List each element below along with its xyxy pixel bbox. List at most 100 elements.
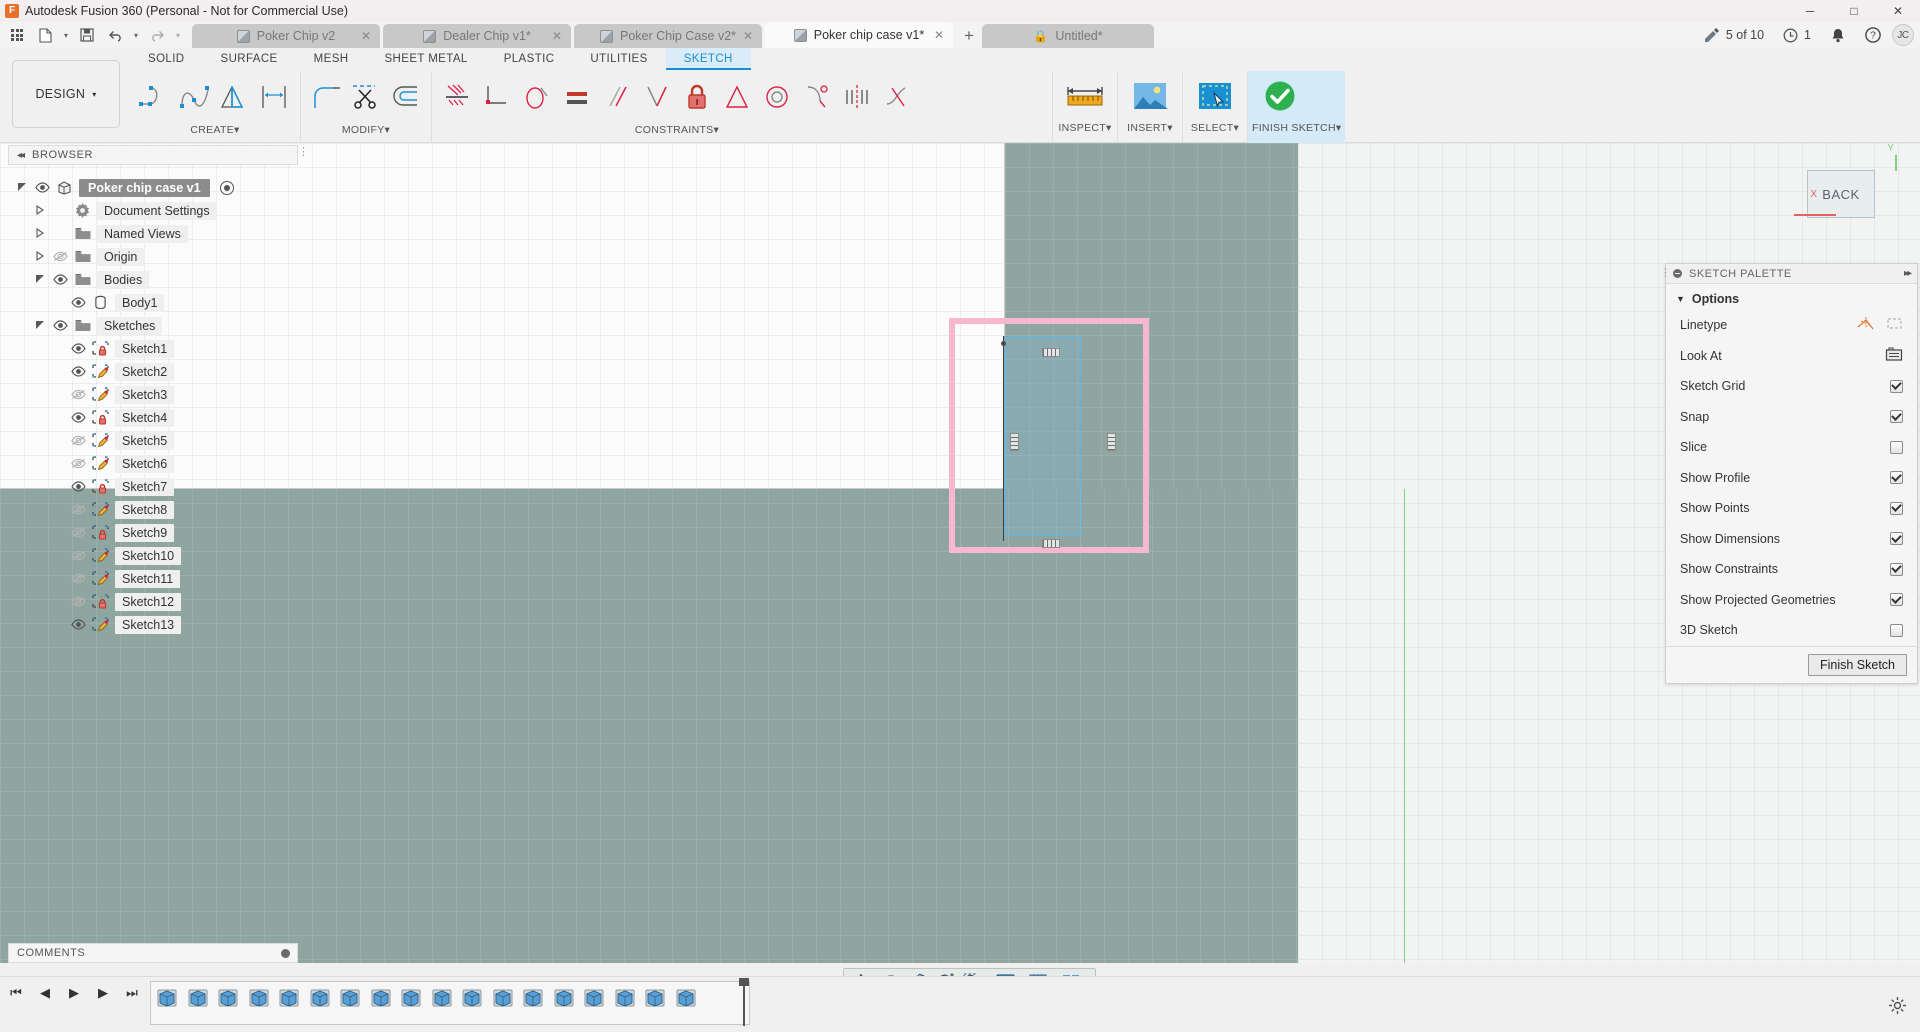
job-status-button[interactable]: 5 of 10 (1697, 23, 1771, 47)
eye-hidden-icon[interactable] (70, 389, 86, 400)
document-tab-poker-chip-case-v2[interactable]: Poker Chip Case v2* ✕ (574, 24, 762, 48)
document-tab-untitled[interactable]: 🔒 Untitled* (982, 24, 1154, 48)
eye-hidden-icon[interactable] (70, 596, 86, 607)
sketch-grid-checkbox[interactable] (1890, 379, 1903, 393)
tree-node-sketch7[interactable]: Sketch7 (8, 475, 298, 498)
app-grid-icon[interactable] (4, 23, 30, 47)
timeline-feature[interactable] (461, 987, 483, 1009)
avatar[interactable]: JC (1892, 24, 1914, 46)
eye-visible-icon[interactable] (52, 274, 68, 285)
eye-hidden-icon[interactable] (70, 527, 86, 538)
timeline-feature[interactable] (156, 987, 178, 1009)
document-tab-poker-chip-case-v1[interactable]: Poker chip case v1* ✕ (765, 22, 953, 48)
constraint-glyph-vertical[interactable] (1010, 433, 1019, 451)
tab-plastic[interactable]: PLASTIC (486, 48, 573, 70)
timeline-first-button[interactable]: ⏮ (6, 983, 26, 1003)
tree-node-sketch12[interactable]: Sketch12 (8, 590, 298, 613)
show-points-checkbox[interactable] (1890, 501, 1903, 515)
offset-tool[interactable] (387, 74, 425, 120)
panel-label-inspect[interactable]: INSPECT▾ (1057, 121, 1113, 139)
timeline-feature[interactable] (492, 987, 514, 1009)
trim-scissors-tool[interactable] (347, 74, 385, 120)
panel-label-insert[interactable]: INSERT▾ (1122, 121, 1178, 139)
show-profile-checkbox[interactable] (1890, 471, 1903, 485)
perpendicular-constraint-tool[interactable] (638, 74, 676, 120)
tree-node-sketch11[interactable]: Sketch11 (8, 567, 298, 590)
eye-visible-icon[interactable] (70, 343, 86, 354)
panel-label-modify[interactable]: MODIFY▾ (307, 123, 425, 141)
timeline-marker[interactable] (739, 978, 749, 1026)
timeline-feature[interactable] (370, 987, 392, 1009)
tree-node-sketch5[interactable]: Sketch5 (8, 429, 298, 452)
inspect-measure-button[interactable] (1057, 63, 1113, 129)
eye-hidden-icon[interactable] (70, 435, 86, 446)
close-icon[interactable]: ✕ (743, 29, 753, 43)
tree-node-sketch8[interactable]: Sketch8 (8, 498, 298, 521)
fix-lock-constraint-tool[interactable] (678, 74, 716, 120)
timeline-feature[interactable] (522, 987, 544, 1009)
comments-menu-icon[interactable] (281, 948, 290, 958)
activate-component-radio[interactable] (219, 180, 234, 195)
eye-visible-icon[interactable] (34, 182, 50, 193)
concentric-constraint-tool[interactable] (758, 74, 796, 120)
panel-label-constraints[interactable]: CONSTRAINTS▾ (438, 123, 916, 141)
timeline-last-button[interactable]: ⏭ (122, 983, 142, 1003)
eye-hidden-icon[interactable] (70, 504, 86, 515)
timeline-feature[interactable] (248, 987, 270, 1009)
twisty-expanded-icon[interactable] (34, 320, 46, 332)
coincident-constraint-tool[interactable] (438, 74, 476, 120)
sketch-dimension-tool[interactable] (256, 74, 294, 120)
tree-node-sketch4[interactable]: Sketch4 (8, 406, 298, 429)
rectangle-tool[interactable] (216, 74, 254, 120)
tab-surface[interactable]: SURFACE (203, 48, 296, 70)
tree-node-sketch2[interactable]: Sketch2 (8, 360, 298, 383)
palette-options-section[interactable]: ▼ Options (1666, 284, 1917, 310)
tree-node-sketch9[interactable]: Sketch9 (8, 521, 298, 544)
eye-hidden-icon[interactable] (70, 550, 86, 561)
show-dimensions-checkbox[interactable] (1890, 532, 1903, 546)
timeline-feature[interactable] (339, 987, 361, 1009)
save-icon[interactable] (74, 23, 100, 47)
close-icon[interactable]: ✕ (361, 29, 371, 43)
finish-sketch-button[interactable] (1252, 63, 1308, 129)
collinear-constraint-tool[interactable] (478, 74, 516, 120)
eye-hidden-icon[interactable] (70, 458, 86, 469)
twisty-collapsed-icon[interactable] (34, 227, 46, 240)
eye-visible-icon[interactable] (70, 619, 86, 630)
panel-label-create[interactable]: CREATE▾ (136, 123, 294, 141)
palette-pin-icon[interactable]: ▸▸ (1904, 268, 1912, 279)
tree-node-poker-chip-case-v1[interactable]: Poker chip case v1 (8, 176, 298, 199)
tree-node-sketches[interactable]: Sketches (8, 314, 298, 337)
new-file-icon[interactable] (32, 23, 58, 47)
curvature-constraint-tool[interactable] (798, 74, 836, 120)
select-button[interactable] (1187, 63, 1243, 129)
twisty-expanded-icon[interactable] (34, 274, 46, 286)
eye-visible-icon[interactable] (70, 366, 86, 377)
panel-label-finish-sketch[interactable]: FINISH SKETCH▾ (1252, 121, 1341, 139)
close-icon[interactable]: ✕ (934, 28, 944, 42)
tree-node-body1[interactable]: Body1 (8, 291, 298, 314)
timeline-feature[interactable] (431, 987, 453, 1009)
timeline-feature[interactable] (400, 987, 422, 1009)
smooth-constraint-tool[interactable] (878, 74, 916, 120)
timeline-prev-button[interactable]: ◀ (35, 983, 55, 1003)
redo-icon[interactable] (144, 23, 170, 47)
new-tab-button[interactable]: + (956, 24, 982, 48)
timeline-play-button[interactable]: ▶ (64, 983, 84, 1003)
line-tool[interactable] (136, 74, 174, 120)
timeline-feature[interactable] (309, 987, 331, 1009)
document-tab-poker-chip-v2[interactable]: Poker Chip v2 ✕ (192, 24, 380, 48)
twisty-collapsed-icon[interactable] (34, 204, 46, 217)
snap-checkbox[interactable] (1890, 410, 1903, 424)
comments-panel[interactable]: COMMENTS (8, 943, 298, 963)
tree-node-origin[interactable]: Origin (8, 245, 298, 268)
constraint-glyph-horizontal[interactable] (1042, 539, 1060, 548)
tree-node-named-views[interactable]: Named Views (8, 222, 298, 245)
3d-sketch-checkbox[interactable] (1890, 623, 1903, 637)
parallel-constraint-tool[interactable] (598, 74, 636, 120)
constraint-glyph-horizontal[interactable] (1042, 348, 1060, 357)
undo-icon[interactable] (102, 23, 128, 47)
tree-node-sketch1[interactable]: Sketch1 (8, 337, 298, 360)
timeline-feature[interactable] (278, 987, 300, 1009)
tab-solid[interactable]: SOLID (130, 48, 203, 70)
